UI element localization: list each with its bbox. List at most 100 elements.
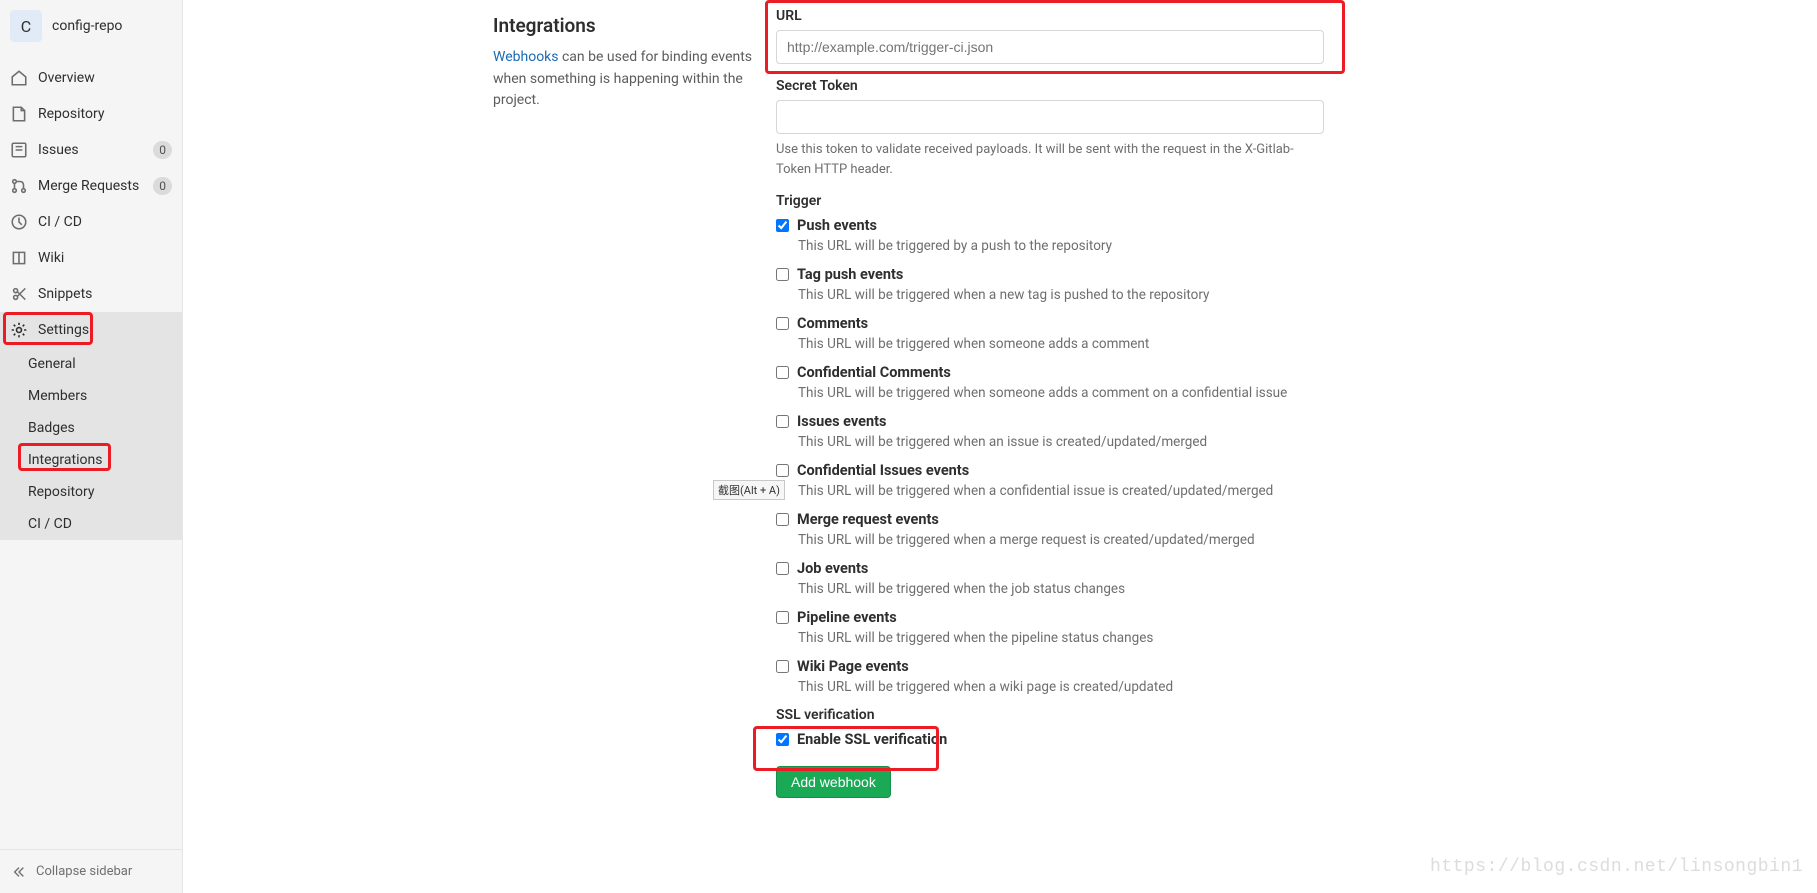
page-heading: Integrations — [493, 14, 758, 37]
trigger-label: Issues events — [797, 413, 886, 430]
sidebar-item-label: Merge Requests — [38, 178, 153, 194]
rocket-icon — [10, 213, 28, 231]
sidebar-item-label: Settings — [38, 322, 172, 338]
trigger-checkbox-row[interactable]: Confidential Comments — [776, 364, 1324, 381]
project-avatar: C — [10, 10, 42, 42]
trigger-label: Comments — [797, 315, 868, 332]
ssl-section-label: SSL verification — [776, 707, 1324, 723]
sidebar-item-label: CI / CD — [38, 214, 172, 230]
trigger-item: Job eventsThis URL will be triggered whe… — [776, 560, 1324, 597]
collapse-sidebar[interactable]: Collapse sidebar — [0, 849, 182, 893]
webhook-form: URL Secret Token Use this token to valid… — [776, 0, 1324, 798]
trigger-desc: This URL will be triggered when someone … — [798, 336, 1324, 352]
trigger-item: Push events This URL will be triggered by… — [776, 217, 1324, 254]
sidebar-item-wiki[interactable]: Wiki — [0, 240, 182, 276]
ssl-checkbox-label: Enable SSL verification — [797, 731, 947, 748]
trigger-checkbox[interactable] — [776, 464, 789, 477]
trigger-checkbox-row[interactable]: Wiki Page events — [776, 658, 1324, 675]
settings-sub-cicd[interactable]: CI / CD — [0, 508, 182, 540]
trigger-item: Wiki Page events This URL will be trigger… — [776, 658, 1324, 695]
sub-label: Integrations — [28, 452, 102, 468]
project-header[interactable]: C config-repo — [0, 0, 182, 60]
sidebar-item-cicd[interactable]: CI / CD — [0, 204, 182, 240]
chevrons-left-icon — [12, 865, 26, 879]
webhooks-link[interactable]: Webhooks — [493, 49, 559, 65]
sub-label: Members — [28, 388, 87, 404]
mr-badge: 0 — [153, 177, 172, 195]
trigger-desc: This URL will be triggered when someone … — [798, 385, 1324, 401]
sidebar-item-issues[interactable]: Issues 0 — [0, 132, 182, 168]
url-label: URL — [776, 8, 1324, 24]
trigger-item: Tag push events This URL will be triggere… — [776, 266, 1324, 303]
sidebar-item-snippets[interactable]: Snippets — [0, 276, 182, 312]
content: Integrations Webhooks can be used for bi… — [183, 0, 1817, 893]
trigger-checkbox-row[interactable]: Confidential Issues events — [776, 462, 1324, 479]
url-input[interactable] — [776, 30, 1324, 64]
trigger-checkbox-row[interactable]: Push events — [776, 217, 1324, 234]
trigger-desc: This URL will be triggered when a wiki p… — [798, 679, 1324, 695]
sidebar-item-settings[interactable]: Settings — [0, 312, 182, 348]
trigger-item: Confidential Comments This URL will be tr… — [776, 364, 1324, 401]
sidebar-item-label: Wiki — [38, 250, 172, 266]
sub-label: Repository — [28, 484, 94, 500]
trigger-desc: This URL will be triggered by a push to … — [798, 238, 1324, 254]
trigger-checkbox[interactable] — [776, 219, 789, 232]
secret-label: Secret Token — [776, 78, 1324, 94]
ssl-checkbox[interactable] — [776, 733, 789, 746]
file-icon — [10, 105, 28, 123]
trigger-checkbox-row[interactable]: Job events — [776, 560, 1324, 577]
settings-sub-repository[interactable]: Repository — [0, 476, 182, 508]
trigger-checkbox-row[interactable]: Issues events — [776, 413, 1324, 430]
trigger-checkbox[interactable] — [776, 366, 789, 379]
merge-icon — [10, 177, 28, 195]
triggers-list: Push events This URL will be triggered by… — [776, 217, 1324, 695]
issues-icon — [10, 141, 28, 159]
trigger-checkbox[interactable] — [776, 660, 789, 673]
trigger-checkbox-row[interactable]: Comments — [776, 315, 1324, 332]
settings-sub-integrations[interactable]: Integrations — [0, 444, 182, 476]
add-webhook-button[interactable]: Add webhook — [776, 766, 891, 798]
sidebar-item-merge-requests[interactable]: Merge Requests 0 — [0, 168, 182, 204]
trigger-label: Push events — [797, 217, 877, 234]
trigger-checkbox[interactable] — [776, 415, 789, 428]
settings-sub-general[interactable]: General — [0, 348, 182, 380]
trigger-checkbox[interactable] — [776, 268, 789, 281]
trigger-item: Merge request events This URL will be tri… — [776, 511, 1324, 548]
sidebar-item-repository[interactable]: Repository — [0, 96, 182, 132]
collapse-label: Collapse sidebar — [36, 864, 132, 879]
ssl-checkbox-row[interactable]: Enable SSL verification — [776, 731, 1324, 748]
trigger-checkbox-row[interactable]: Pipeline events — [776, 609, 1324, 626]
trigger-checkbox[interactable] — [776, 562, 789, 575]
secret-input[interactable] — [776, 100, 1324, 134]
gear-icon — [10, 321, 28, 339]
trigger-item: Confidential Issues events This URL will … — [776, 462, 1324, 499]
intro-panel: Integrations Webhooks can be used for bi… — [493, 14, 758, 112]
home-icon — [10, 69, 28, 87]
sidebar-item-label: Overview — [38, 70, 172, 86]
trigger-checkbox-row[interactable]: Merge request events — [776, 511, 1324, 528]
trigger-desc: This URL will be triggered when an issue… — [798, 434, 1324, 450]
trigger-item: Issues events This URL will be triggered … — [776, 413, 1324, 450]
issues-badge: 0 — [153, 141, 172, 159]
trigger-label: Confidential Comments — [797, 364, 951, 381]
sidebar-item-label: Snippets — [38, 286, 172, 302]
trigger-checkbox[interactable] — [776, 317, 789, 330]
url-field-group: URL — [776, 8, 1324, 64]
settings-sub-members[interactable]: Members — [0, 380, 182, 412]
sub-label: Badges — [28, 420, 75, 436]
secret-help: Use this token to validate received payl… — [776, 140, 1324, 179]
sidebar-item-overview[interactable]: Overview — [0, 60, 182, 96]
project-name: config-repo — [52, 18, 122, 34]
screenshot-tooltip: 截图(Alt + A) — [713, 480, 785, 500]
trigger-desc: This URL will be triggered when a new ta… — [798, 287, 1324, 303]
trigger-item: Comments This URL will be triggered when … — [776, 315, 1324, 352]
trigger-item: Pipeline events This URL will be triggere… — [776, 609, 1324, 646]
trigger-checkbox[interactable] — [776, 513, 789, 526]
trigger-desc: This URL will be triggered when a merge … — [798, 532, 1324, 548]
trigger-desc: This URL will be triggered when the pipe… — [798, 630, 1324, 646]
trigger-label: Job events — [797, 560, 868, 577]
trigger-checkbox-row[interactable]: Tag push events — [776, 266, 1324, 283]
trigger-checkbox[interactable] — [776, 611, 789, 624]
trigger-desc: This URL will be triggered when a confid… — [798, 483, 1324, 499]
settings-sub-badges[interactable]: Badges — [0, 412, 182, 444]
